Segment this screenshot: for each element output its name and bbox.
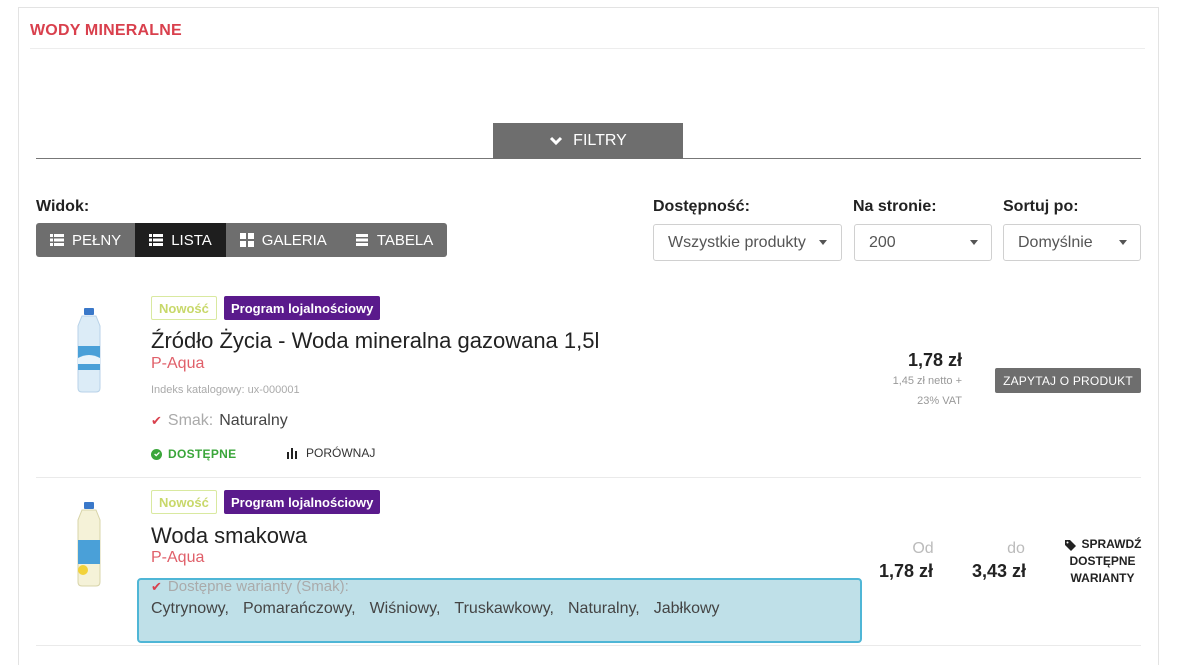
check-variants-line2: DOSTĘPNE [1069,554,1136,568]
view-label: Widok: [36,198,90,215]
availability-status: DOSTĘPNE [151,447,236,461]
product-image[interactable] [64,500,114,588]
view-gallery-label: GALERIA [261,231,327,249]
product-name[interactable]: Woda smakowa [151,523,307,549]
view-table-label: TABELA [376,231,434,249]
per-page-select[interactable]: 200 [854,224,992,261]
check-variants-line3: WARIANTY [1070,571,1135,585]
check-circle-icon [151,448,162,460]
product-image[interactable] [64,306,114,394]
caret-down-icon [1119,240,1127,245]
caret-down-icon [819,240,827,245]
view-list-label: LISTA [171,231,212,249]
product-name[interactable]: Źródło Życia - Woda mineralna gazowana 1… [151,328,599,354]
compare-button[interactable]: PORÓWNAJ [286,446,375,460]
per-page-value: 200 [869,233,896,251]
variant-item[interactable]: Truskawkowy, [454,600,554,618]
variant-item[interactable]: Naturalny, [568,600,640,618]
view-table-button[interactable]: TABELA [340,223,448,257]
product-attribute: ✔ Smak: Naturalny [151,412,288,430]
product-brand[interactable]: P-Aqua [151,355,204,373]
check-icon: ✔ [151,578,162,594]
availability-label: Dostępność: [653,198,750,215]
caret-down-icon [970,240,978,245]
sort-select[interactable]: Domyślnie [1003,224,1141,261]
availability-text: DOSTĘPNE [168,447,237,461]
title-divider [30,48,1145,49]
badge-loyalty: Program lojalnościowy [224,490,381,514]
price-from-label: Od [912,540,934,557]
chevron-down-icon [550,136,563,146]
view-switcher: PEŁNY LISTA GALERIA TABELA [36,223,448,257]
table-icon [355,234,368,246]
sort-value: Domyślnie [1018,233,1093,251]
variants-label: Dostępne warianty (Smak): [167,578,349,595]
variants-header: ✔ Dostępne warianty (Smak): [151,578,349,595]
attribute-value: Naturalny [219,412,288,429]
filters-label: FILTRY [573,132,627,149]
price-from: 1,78 zł [878,561,934,581]
badge-loyalty: Program lojalnościowy [224,296,381,320]
price-net-note: 1,45 zł netto + [892,375,962,387]
view-full-label: PEŁNY [72,231,122,249]
attribute-label: Smak: [167,412,214,429]
bar-chart-icon [287,448,297,459]
grid-icon [239,233,254,247]
variant-item[interactable]: Cytrynowy, [151,600,229,618]
variant-item[interactable]: Pomarańczowy, [243,600,356,618]
availability-value: Wszystkie produkty [668,233,806,251]
variants-list: Cytrynowy, Pomarańczowy, Wiśniowy, Trusk… [151,600,730,618]
list-icon [50,234,64,246]
badge-new: Nowość [151,296,217,320]
check-variants-line1: SPRAWDŹ [1081,537,1142,551]
ask-about-product-button[interactable]: ZAPYTAJ O PRODUKT [995,368,1141,393]
tags-icon [1064,539,1076,551]
price-vat-note: 23% VAT [917,395,962,407]
view-gallery-button[interactable]: GALERIA [225,223,341,257]
filters-toggle-button[interactable]: FILTRY [493,123,683,159]
check-icon: ✔ [151,413,162,428]
check-variants-link[interactable]: SPRAWDŹ DOSTĘPNE WARIANTY [1060,536,1145,587]
variant-item[interactable]: Jabłkowy [654,600,720,618]
product-index: Indeks katalogowy: ux-000001 [151,384,300,396]
section-title: WODY MINERALNE [30,22,182,39]
view-full-button[interactable]: PEŁNY [36,223,136,257]
sort-label: Sortuj po: [1003,198,1079,215]
availability-select[interactable]: Wszystkie produkty [653,224,842,261]
variant-item[interactable]: Wiśniowy, [370,600,441,618]
product-divider [36,477,1141,478]
list-icon [149,234,164,246]
price-to-label: do [1007,540,1025,557]
product-divider [36,645,1141,646]
product-price: 1,78 zł [907,350,962,370]
badge-new: Nowość [151,490,217,514]
per-page-label: Na stronie: [853,198,937,215]
price-to: 3,43 zł [971,561,1027,581]
product-brand[interactable]: P-Aqua [151,549,204,567]
view-list-button[interactable]: LISTA [135,223,226,257]
compare-label: PORÓWNAJ [306,446,376,460]
